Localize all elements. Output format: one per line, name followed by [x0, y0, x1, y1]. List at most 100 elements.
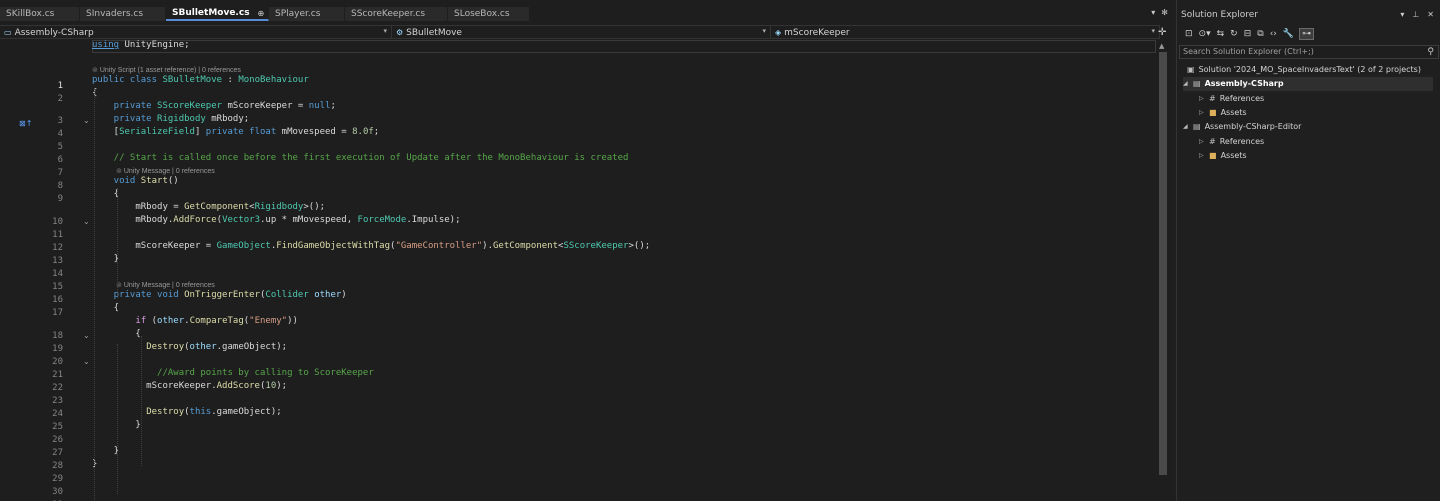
code-line-21[interactable]: { [92, 328, 140, 341]
chevron-down-icon: ▾ [762, 27, 766, 35]
code-line-15[interactable]: mScoreKeeper = GameObject.FindGameObject… [92, 240, 650, 253]
code-line-1[interactable]: using UnityEngine; [92, 39, 190, 52]
tab-skillbox[interactable]: SKillBox.cs [0, 7, 80, 21]
split-editor-icon[interactable]: ✛ [1158, 27, 1166, 38]
history-icon[interactable]: ⊙▾ [1199, 29, 1211, 39]
code-line-19[interactable]: { [92, 302, 119, 315]
line-number: 3 [57, 116, 63, 126]
search-input[interactable]: Search Solution Explorer (Ctrl+;) ⚲ [1179, 45, 1439, 59]
collapse-all-icon[interactable]: ⊟ [1244, 29, 1252, 39]
code-token: private float [205, 127, 277, 137]
code-token: SBulletMove [162, 75, 223, 85]
tab-slosebox[interactable]: SLoseBox.cs [448, 7, 530, 21]
code-line-25[interactable]: mScoreKeeper.AddScore(10); [92, 380, 287, 393]
tree-item-label: Assembly-CSharp [1204, 79, 1284, 88]
code-token: .gameObject); [211, 407, 282, 417]
code-line-7[interactable]: [SerializeField] private float mMovespee… [92, 126, 380, 139]
tab-sscorekeeper[interactable]: SScoreKeeper.cs [345, 7, 448, 21]
indent-guide [141, 336, 142, 466]
expanded-arrow-icon[interactable]: ◢ [1183, 120, 1193, 134]
search-icon[interactable]: ⚲ [1427, 46, 1434, 58]
tab-sinvaders[interactable]: SInvaders.cs [80, 7, 166, 21]
code-token: Vector3 [222, 215, 260, 225]
line-number: 25 [52, 422, 63, 432]
code-lens-start[interactable]: ⊚ Unity Message | 0 references [116, 167, 215, 177]
preview-selected-icon[interactable]: ⊶ [1299, 28, 1315, 40]
code-token: if [135, 316, 147, 326]
class-inheritance-icon[interactable]: ⊠↑ [19, 119, 32, 128]
scroll-up-icon[interactable]: ▲ [1159, 42, 1164, 50]
code-area[interactable]: using UnityEngine; public class SBulletMo… [92, 40, 1156, 501]
tree-item-label: References [1219, 137, 1265, 146]
project-dropdown[interactable]: ▭ Assembly-CSharp ▾ [0, 26, 392, 39]
expanded-arrow-icon[interactable]: ◢ [1183, 77, 1193, 91]
tree-project-assembly-csharp-editor[interactable]: ◢ ▤ Assembly-CSharp-Editor [1183, 120, 1301, 134]
code-line-27[interactable]: Destroy(this.gameObject); [92, 406, 282, 419]
type-dropdown[interactable]: ⚙ SBulletMove ▾ [392, 26, 771, 39]
code-token: ForceMode [357, 215, 407, 225]
panel-options-icon[interactable]: ▾ [1400, 10, 1404, 19]
code-lens-trigger[interactable]: ⊚ Unity Message | 0 references [116, 281, 215, 291]
tab-label: SInvaders.cs [86, 9, 144, 19]
collapsed-arrow-icon[interactable]: ▷ [1199, 106, 1209, 120]
code-line-11[interactable]: { [92, 188, 119, 201]
tree-item-references[interactable]: ▷ # References [1199, 92, 1264, 106]
tree-item-assets[interactable]: ▷ ■ Assets [1199, 149, 1247, 163]
code-line-13[interactable]: mRbody.AddForce(Vector3.up * mMovespeed,… [92, 214, 460, 227]
code-token: ( [146, 316, 158, 326]
line-number: 6 [57, 155, 63, 165]
settings-icon[interactable]: ✻ [1161, 8, 1168, 17]
search-placeholder: Search Solution Explorer (Ctrl+;) [1183, 47, 1314, 56]
solution-explorer-toolbar: ⊡ ⊙▾ ⇆ ↻ ⊟ ⧉ ‹› 🔧 ⊶ [1177, 25, 1440, 43]
tab-splayer[interactable]: SPlayer.cs [269, 7, 345, 21]
code-line-16[interactable]: } [92, 253, 119, 266]
references-icon: # [1209, 137, 1216, 146]
line-number: 4 [57, 129, 63, 139]
line-number: 13 [52, 256, 63, 266]
scrollbar-thumb[interactable] [1159, 52, 1167, 475]
sync-icon[interactable]: ⇆ [1217, 29, 1225, 39]
properties-icon[interactable]: 🔧 [1283, 29, 1294, 39]
collapsed-arrow-icon[interactable]: ▷ [1199, 149, 1209, 163]
code-token: : [222, 75, 239, 85]
tab-dropdown-icon[interactable]: ▾ [1151, 8, 1155, 17]
tree-solution-node[interactable]: ▣ Solution '2024_MO_SpaceInvadersText' (… [1187, 63, 1421, 77]
code-line-22[interactable]: Destroy(other.gameObject); [92, 341, 287, 354]
code-token: } [92, 254, 120, 264]
code-line-12[interactable]: mRbody = GetComponent<Rigidbody>(); [92, 201, 325, 214]
project-icon: ▤ [1193, 122, 1201, 131]
code-token: OnTriggerEnter [184, 290, 260, 300]
close-icon[interactable]: ✕ [1427, 10, 1434, 19]
code-line-30[interactable]: } [92, 445, 119, 458]
collapse-chevron-icon[interactable]: ⌄ [83, 357, 90, 366]
tab-sbulletmove[interactable]: SBulletMove.cs ⊕ ✕ [166, 7, 279, 21]
line-number: 23 [52, 396, 63, 406]
pin-icon[interactable]: ⊥ [1412, 10, 1419, 19]
switch-views-icon[interactable]: ⊡ [1185, 29, 1193, 39]
code-line-20[interactable]: if (other.CompareTag("Enemy")) [92, 315, 298, 328]
code-line-5[interactable]: private SScoreKeeper mScoreKeeper = null… [92, 100, 336, 113]
tab-label: SPlayer.cs [275, 9, 321, 19]
collapse-chevron-icon[interactable]: ⌄ [83, 217, 90, 226]
tree-item-assets[interactable]: ▷ ■ Assets [1199, 106, 1247, 120]
collapse-chevron-icon[interactable]: ⌄ [83, 116, 90, 125]
line-number: 30 [52, 487, 63, 497]
folder-icon: ■ [1209, 108, 1217, 117]
show-all-files-icon[interactable]: ⧉ [1257, 29, 1263, 39]
code-line-9[interactable]: // Start is called once before the first… [92, 152, 629, 165]
tree-project-assembly-csharp[interactable]: ◢ ▤ Assembly-CSharp [1183, 77, 1433, 91]
tree-item-references[interactable]: ▷ # References [1199, 135, 1264, 149]
code-editor[interactable]: SKillBox.cs SInvaders.cs SBulletMove.cs … [0, 0, 1174, 501]
pin-icon[interactable]: ⊕ [258, 9, 265, 18]
view-code-icon[interactable]: ‹› [1270, 29, 1277, 39]
member-dropdown[interactable]: ◈ mScoreKeeper ▾ [771, 26, 1160, 39]
collapse-chevron-icon[interactable]: ⌄ [83, 331, 90, 340]
collapsed-arrow-icon[interactable]: ▷ [1199, 92, 1209, 106]
code-lens-class[interactable]: ⊚ Unity Script (1 asset reference) | 0 r… [92, 66, 241, 76]
code-line-24[interactable]: //Award points by calling to ScoreKeeper [92, 367, 374, 380]
code-line-6[interactable]: private Rigidbody mRbody; [92, 113, 250, 126]
vertical-scrollbar[interactable]: ▲ [1156, 40, 1170, 501]
collapsed-arrow-icon[interactable]: ▷ [1199, 135, 1209, 149]
code-token: //Award points by calling to ScoreKeeper [92, 368, 374, 378]
refresh-icon[interactable]: ↻ [1230, 29, 1238, 39]
